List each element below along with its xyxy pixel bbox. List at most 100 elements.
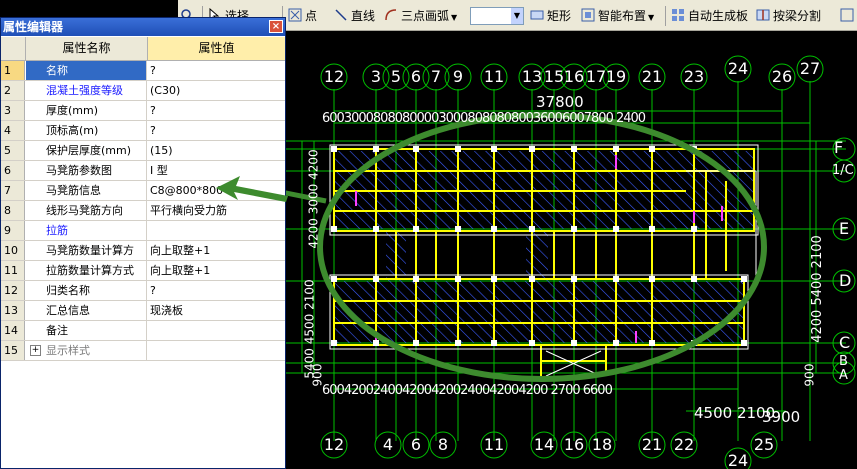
property-name[interactable]: + 显示样式 [26,341,147,360]
property-row[interactable]: 4 顶标高(m)? [1,121,285,141]
panel-title-text: 属性编辑器 [3,20,64,34]
property-value[interactable]: ? [148,61,285,80]
annotation-arrowhead [216,176,288,202]
property-name: 线形马凳筋方向 [26,201,147,220]
property-value[interactable]: 向上取整+1 [148,241,285,260]
property-row[interactable]: 9 拉筋 [1,221,285,241]
rectangle-label: 矩形 [547,9,572,23]
axis-label-top: 12 [323,67,345,86]
toolbar-separator [665,6,666,26]
close-button[interactable]: × [269,20,283,33]
row-number: 9 [1,221,25,240]
rectangle-button[interactable]: 矩形 [530,7,571,25]
row-number: 4 [1,121,25,140]
screen: 选择 点 直线 三点画弧 ▼ ▼ 矩形 智能布置 ▼ 自动生成板 按梁分割 12… [0,0,857,469]
property-row[interactable]: 10 马凳筋数量计算方 向上取整+1 [1,241,285,261]
axis-label-top: 26 [771,67,793,86]
auto-board-icon [672,9,684,21]
property-value[interactable] [148,341,285,360]
property-row[interactable]: 15 + 显示样式 [1,341,285,361]
property-row[interactable]: 13 汇总信息 现浇板 [1,301,285,321]
property-name: 顶标高(m) [26,121,147,140]
axis-label-top: 24 [727,59,749,78]
axis-label-bottom: 22 [673,435,695,454]
row-number: 14 [1,321,25,340]
grid-header: 属性名称 属性值 [1,37,285,61]
row-number: 11 [1,261,25,280]
axis-label-top: 21 [641,67,663,86]
arc-label: 三点画弧 [401,9,450,23]
axis-label-top: 27 [799,59,821,78]
chevron-down-icon[interactable]: ▼ [511,8,523,24]
property-value[interactable]: ? [148,281,285,300]
property-value[interactable]: 现浇板 [148,301,285,320]
auto-board-button[interactable]: 自动生成板 [671,7,748,25]
property-name: 厚度(mm) [26,101,147,120]
axis-label-top: 11 [483,67,505,86]
property-value[interactable]: (C30) [148,81,285,100]
property-row[interactable]: 1 名称? [1,61,285,81]
line-button[interactable]: 直线 [334,7,375,25]
property-value[interactable] [148,321,285,340]
more-button[interactable] [840,7,857,25]
property-name: 拉筋数量计算方式 [26,261,147,280]
toolbar-combo[interactable]: ▼ [470,7,524,25]
property-row[interactable]: 11 拉筋数量计算方式 向上取整+1 [1,261,285,281]
auto-board-label: 自动生成板 [688,9,749,23]
arc-button[interactable]: 三点画弧 ▼ [384,7,457,25]
dimension-right: 4200 5400 2100 [809,235,825,343]
property-value[interactable]: ? [148,101,285,120]
axis-label-right: 1/C [832,163,854,178]
property-value[interactable]: ? [148,121,285,140]
axis-label-top: 19 [605,67,627,86]
property-name: 归类名称 [26,281,147,300]
property-name: 马凳筋数量计算方 [26,241,147,260]
smart-layout-icon [581,8,595,22]
property-row[interactable]: 14 备注 [1,321,285,341]
property-value[interactable]: (15) [148,141,285,160]
chevron-down-icon: ▼ [648,13,655,22]
property-name: 拉筋 [26,221,147,240]
drawing-canvas[interactable]: 12 3 5 6 7 9 11 13 15 16 17 19 21 23 24 … [286,31,857,469]
point-button[interactable]: 点 [288,7,317,25]
axis-label-right: C [839,333,851,352]
axis-label-right: F [834,138,844,157]
header-name: 属性名称 [26,37,148,60]
property-name: 名称 [26,61,147,80]
row-number: 5 [1,141,25,160]
point-label: 点 [305,9,318,23]
axis-label-top: 9 [452,67,464,86]
expand-icon[interactable]: + [30,345,41,356]
axis-label-bottom: 18 [591,435,613,454]
row-number: 6 [1,161,25,180]
dimension-left-upper: 4200 3000 4200 [306,149,321,249]
more-icon [840,8,854,22]
split-by-beam-button[interactable]: 按梁分割 [756,7,821,25]
line-label: 直线 [351,9,376,23]
dimension-total-left: 19800 [286,235,289,283]
property-editor-title[interactable]: 属性编辑器 × [1,18,285,36]
property-row[interactable]: 12 归类名称? [1,281,285,301]
axis-label-bottom: 25 [753,435,775,454]
row-number: 10 [1,241,25,260]
split-label: 按梁分割 [773,9,822,23]
header-corner [1,37,26,60]
smart-layout-label: 智能布置 [598,9,647,23]
rectangle-icon [530,10,544,20]
property-value[interactable] [148,221,285,240]
property-name: 汇总信息 [26,301,147,320]
axis-label-right: A [839,368,848,383]
dimension-right-bottom: 900 [802,363,817,387]
property-name-text: 显示样式 [46,344,90,357]
close-icon: × [271,21,281,32]
row-number: 3 [1,101,25,120]
row-number: 12 [1,281,25,300]
property-row[interactable]: 5 保护层厚度(mm) (15) [1,141,285,161]
dimension-bottom: 6004200240042004200240042004200 2700 660… [322,383,613,398]
smart-layout-button[interactable]: 智能布置 ▼ [581,7,654,25]
property-row[interactable]: 3 厚度(mm)? [1,101,285,121]
property-name: 保护层厚度(mm) [26,141,147,160]
property-value[interactable]: 向上取整+1 [148,261,285,280]
property-row[interactable]: 2 混凝土强度等级 (C30) [1,81,285,101]
axis-label-bottom: 12 [323,435,345,454]
